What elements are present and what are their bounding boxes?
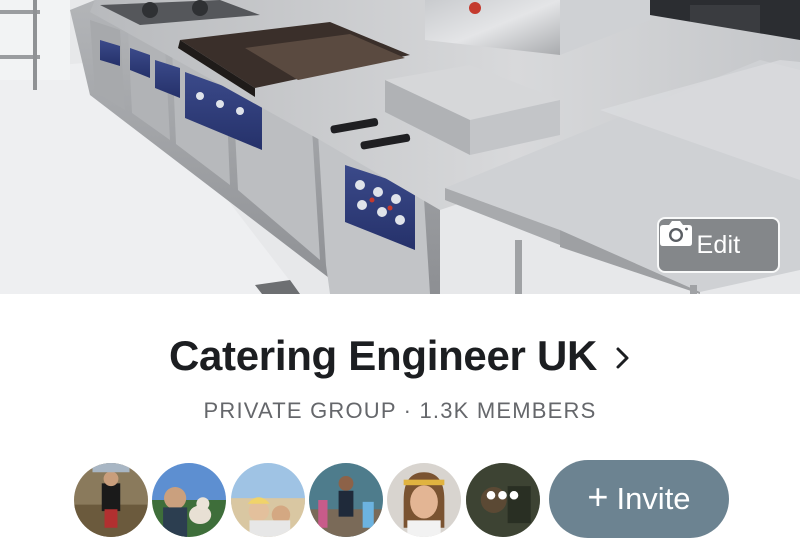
edit-cover-button[interactable]: Edit bbox=[657, 217, 780, 273]
member-avatar-3[interactable] bbox=[228, 460, 308, 540]
member-avatar-2[interactable] bbox=[149, 460, 229, 540]
member-avatar-4[interactable] bbox=[306, 460, 386, 540]
invite-button[interactable]: + Invite bbox=[549, 460, 729, 538]
invite-label: Invite bbox=[616, 481, 691, 516]
camera-icon bbox=[660, 221, 692, 246]
cover-photo[interactable]: Edit bbox=[0, 0, 800, 294]
member-avatar-1[interactable] bbox=[71, 460, 151, 540]
member-avatar-5[interactable] bbox=[384, 460, 464, 540]
chevron-right-icon bbox=[616, 347, 629, 369]
plus-icon: + bbox=[587, 476, 609, 517]
edit-cover-label: Edit bbox=[696, 230, 741, 259]
more-icon: ••• bbox=[485, 479, 521, 512]
group-name: Catering Engineer UK bbox=[168, 332, 598, 379]
more-members-overlay: ••• bbox=[466, 463, 540, 537]
member-avatar-6[interactable]: ••• bbox=[463, 460, 543, 540]
group-privacy-members: PRIVATE GROUP · 1.3K MEMBERS bbox=[203, 398, 597, 423]
group-title-row[interactable]: Catering Engineer UK bbox=[0, 328, 800, 384]
